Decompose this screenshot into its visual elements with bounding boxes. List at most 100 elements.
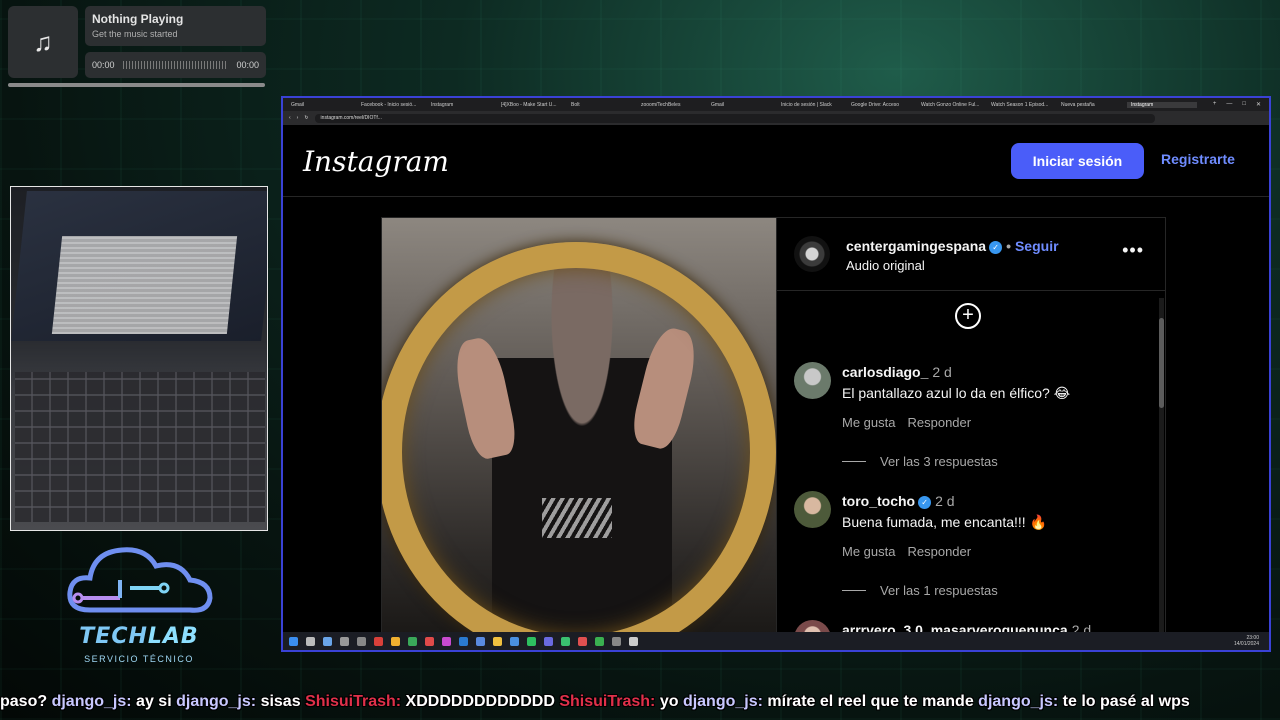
tab[interactable]: Bolt — [567, 102, 637, 108]
techlab-logo: TECHLAB SERVICIO TÉCNICO — [60, 540, 220, 670]
add-circle-icon[interactable]: + — [955, 303, 981, 329]
start-icon[interactable] — [289, 636, 298, 646]
minimize-icon[interactable]: — — [1226, 101, 1232, 108]
chrome-icon[interactable] — [425, 636, 434, 646]
vscode-icon[interactable] — [459, 636, 468, 646]
search-icon[interactable] — [306, 636, 315, 646]
forward-icon[interactable]: › — [297, 115, 299, 121]
comment-avatar[interactable] — [794, 491, 831, 528]
view-replies-label[interactable]: Ver las 1 respuestas — [880, 583, 998, 598]
app-icon[interactable] — [408, 636, 417, 646]
folder-icon[interactable] — [493, 636, 502, 646]
tab[interactable]: zooom/TechBeles — [637, 102, 707, 108]
account-name[interactable]: centergamingespana — [846, 238, 986, 254]
comment-username[interactable]: toro_tocho — [842, 493, 915, 509]
system-tray[interactable]: 23:00 14/01/2024 — [1234, 635, 1269, 647]
comment-username[interactable]: carlosdiago_ — [842, 364, 928, 380]
address-bar: ‹ › ↻ instagram.com/reel/DIOTf... — [283, 111, 1269, 125]
time-current: 00:00 — [92, 60, 115, 70]
tab[interactable]: Gmail — [287, 102, 357, 108]
comments-scrollbar[interactable] — [1159, 298, 1164, 638]
logo-tagline: SERVICIO TÉCNICO — [84, 654, 194, 664]
time-total: 00:00 — [236, 60, 259, 70]
comment-time: 2 d — [935, 493, 955, 509]
comment-actions: Me gusta Responder — [842, 544, 971, 559]
instagram-header: Instagram Iniciar sesión Registrarte — [283, 125, 1269, 197]
comment-avatar[interactable] — [794, 362, 831, 399]
comment-text: El pantallazo azul lo da en élfico? 😂 — [842, 385, 1071, 401]
scrollbar-thumb[interactable] — [1159, 318, 1164, 408]
tab[interactable]: Nueva pestaña — [1057, 102, 1127, 108]
reply-button[interactable]: Responder — [907, 544, 971, 559]
now-playing-progress — [8, 83, 265, 87]
tab[interactable]: Gmail — [707, 102, 777, 108]
replies-line — [842, 461, 866, 462]
now-playing-title: Nothing Playing — [92, 12, 184, 26]
music-note-icon: ♫ — [8, 6, 78, 78]
tab[interactable]: [4]XBoo - Make Start U... — [497, 102, 567, 108]
tab[interactable]: Instagram — [427, 102, 497, 108]
widgets-icon[interactable] — [340, 636, 349, 646]
windows-taskbar: 23:00 14/01/2024 — [283, 632, 1269, 650]
like-button[interactable]: Me gusta — [842, 544, 895, 559]
app-icon[interactable] — [510, 636, 519, 646]
close-icon[interactable]: ✕ — [1256, 101, 1261, 108]
chat-message: sisas — [260, 693, 301, 710]
whatsapp-icon[interactable] — [561, 636, 570, 646]
register-link[interactable]: Registrarte — [1161, 151, 1235, 167]
tab-active[interactable]: Instagram — [1127, 101, 1197, 108]
new-tab-icon[interactable]: + — [1213, 101, 1217, 108]
reel-post: centergamingespana ✓ • Seguir Audio origina… — [381, 217, 1166, 650]
window-controls: + — □ ✕ — [1213, 101, 1269, 108]
app-icon[interactable] — [629, 636, 638, 646]
waveform — [122, 61, 229, 69]
url-field[interactable]: instagram.com/reel/DIOTf... — [314, 113, 1155, 123]
reply-button[interactable]: Responder — [907, 415, 971, 430]
chat-user: ShisuiTrash: — [559, 693, 656, 710]
back-icon[interactable]: ‹ — [289, 115, 291, 121]
now-playing-info: Nothing Playing Get the music started — [85, 6, 266, 46]
account-avatar[interactable] — [794, 236, 830, 272]
comment-user-line: carlosdiago_ 2 d — [842, 364, 952, 380]
view-replies-label[interactable]: Ver las 3 respuestas — [880, 454, 998, 469]
app-icon[interactable] — [391, 636, 400, 646]
settings-icon[interactable] — [357, 636, 366, 646]
logo-tech: TECH — [79, 624, 148, 649]
instagram-logo[interactable]: Instagram — [303, 145, 449, 178]
account-line: centergamingespana ✓ • Seguir — [846, 238, 1059, 254]
reel-video[interactable] — [382, 218, 776, 638]
app-icon[interactable] — [442, 636, 451, 646]
comment-actions: Me gusta Responder — [842, 415, 971, 430]
comment-text: Buena fumada, me encanta!!! 🔥 — [842, 514, 1047, 530]
post-header: centergamingespana ✓ • Seguir Audio origina… — [777, 218, 1166, 291]
tab[interactable]: Watch Gonzo Online Ful... — [917, 102, 987, 108]
login-button[interactable]: Iniciar sesión — [1011, 143, 1144, 179]
tab[interactable]: Watch Season 1 Episod... — [987, 102, 1057, 108]
app-icon[interactable] — [612, 636, 621, 646]
verified-icon: ✓ — [989, 241, 1003, 254]
tab[interactable]: Google Drive: Acceso — [847, 102, 917, 108]
spotify-icon[interactable] — [527, 636, 536, 646]
audio-label[interactable]: Audio original — [846, 258, 925, 273]
app-icon[interactable] — [476, 636, 485, 646]
more-options-icon[interactable]: ••• — [1122, 240, 1144, 261]
maximize-icon[interactable]: □ — [1242, 101, 1246, 108]
follow-button[interactable]: Seguir — [1015, 238, 1059, 254]
tab[interactable]: Inicio de sesión | Slack — [777, 102, 847, 108]
view-replies[interactable]: Ver las 1 respuestas — [842, 583, 998, 598]
logo-wordmark: TECHLAB — [74, 624, 204, 649]
discord-icon[interactable] — [544, 636, 553, 646]
task-view-icon[interactable] — [323, 636, 332, 646]
view-replies[interactable]: Ver las 3 respuestas — [842, 454, 998, 469]
webcam-feed — [10, 186, 268, 531]
excel-icon[interactable] — [595, 636, 604, 646]
reload-icon[interactable]: ↻ — [304, 115, 308, 121]
app-icon[interactable] — [578, 636, 587, 646]
chat-user: django_js: — [682, 693, 763, 710]
tab[interactable]: Facebook - Inicio sesió... — [357, 102, 427, 108]
app-icon[interactable] — [374, 636, 383, 646]
comment-user-line: toro_tocho ✓ 2 d — [842, 493, 955, 509]
like-button[interactable]: Me gusta — [842, 415, 895, 430]
chat-message: mírate el reel que te mande — [767, 693, 974, 710]
chat-message: paso? — [0, 693, 48, 710]
